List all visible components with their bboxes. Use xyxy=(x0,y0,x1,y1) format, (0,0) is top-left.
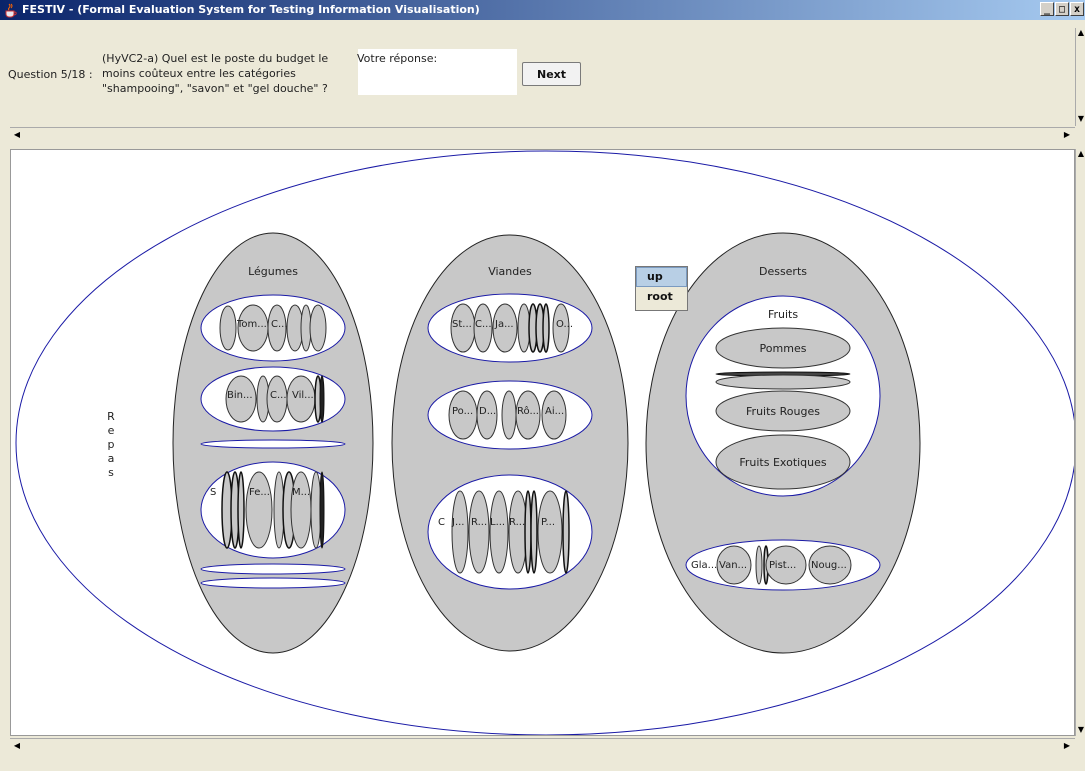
answer-label: Votre réponse: xyxy=(357,52,438,65)
minimize-button[interactable]: _ xyxy=(1040,2,1054,16)
leaf-label: St... xyxy=(452,319,472,330)
category-viandes[interactable]: Viandes St... C... Ja... O... Po... D...… xyxy=(391,234,629,652)
leaf-label: S xyxy=(210,487,216,498)
leaf-label: Fruits Exotiques xyxy=(739,456,827,469)
leaf-label: C... xyxy=(475,319,492,330)
category-desserts-label: Desserts xyxy=(759,265,807,278)
leaf-label: R... xyxy=(471,517,487,528)
root-label-letter: a xyxy=(108,452,115,465)
leaf-label: Fruits Rouges xyxy=(746,405,820,418)
scroll-down-arrow-icon[interactable]: ▼ xyxy=(1076,725,1085,735)
category-viandes-label: Viandes xyxy=(488,265,532,278)
scroll-left-arrow-icon[interactable]: ◀ xyxy=(12,130,22,140)
leaf-label: M... xyxy=(292,487,310,498)
leaf-label: Rô... xyxy=(517,405,539,417)
treemap-canvas: R e p a s Légumes Tom... C... Bin... C..… xyxy=(15,150,1074,735)
main-horizontal-scrollbar[interactable]: ◀ ▶ xyxy=(10,738,1075,753)
leaf-label: J... xyxy=(451,517,465,528)
question-panel: Question 5/18 : (HyVC2-a) Quel est le po… xyxy=(7,20,1075,142)
fruits-label: Fruits xyxy=(768,308,798,321)
scroll-left-arrow-icon[interactable]: ◀ xyxy=(12,741,22,751)
leaf-label: Tom... xyxy=(236,319,267,330)
top-horizontal-scrollbar[interactable]: ◀ ▶ xyxy=(10,127,1075,142)
leaf-label: Pist... xyxy=(769,560,796,571)
leaf-label: D... xyxy=(479,406,496,417)
scroll-right-arrow-icon[interactable]: ▶ xyxy=(1062,130,1072,140)
scroll-up-arrow-icon[interactable]: ▲ xyxy=(1076,149,1085,159)
leaf-label: C... xyxy=(270,390,287,401)
menu-item-up[interactable]: up xyxy=(636,267,687,287)
leaf-label: Bin... xyxy=(227,390,253,401)
context-menu: up root xyxy=(635,266,688,311)
leaf-label: C... xyxy=(271,319,288,330)
leaf-label: R... xyxy=(509,517,525,528)
root-label-letter: R xyxy=(107,410,115,423)
leaf-label: Pommes xyxy=(760,342,807,355)
leaf-label: L... xyxy=(490,517,505,528)
scroll-right-arrow-icon[interactable]: ▶ xyxy=(1062,741,1072,751)
next-button[interactable]: Next xyxy=(522,62,581,86)
leaf-label: C xyxy=(438,517,445,528)
root-label-letter: p xyxy=(108,438,115,451)
question-text: (HyVC2-a) Quel est le poste du budget le… xyxy=(102,52,329,95)
maximize-button[interactable]: □ xyxy=(1055,2,1069,16)
main-vertical-scrollbar[interactable]: ▲ ▼ xyxy=(1075,149,1085,736)
leaf-label: Van... xyxy=(719,560,747,571)
leaf-label: O... xyxy=(556,319,573,330)
leaf-label: Ja... xyxy=(494,319,514,330)
title-bar[interactable]: FESTIV - (Formal Evaluation System for T… xyxy=(0,0,1085,20)
root-label-letter: s xyxy=(108,466,114,479)
leaf-label: Fe... xyxy=(249,487,270,498)
question-number: Question 5/18 : xyxy=(8,68,93,81)
category-legumes[interactable]: Légumes Tom... C... Bin... C... Vil... S… xyxy=(172,232,374,654)
leaf-label: Noug... xyxy=(811,560,847,571)
scroll-up-arrow-icon[interactable]: ▲ xyxy=(1076,28,1085,38)
visualization-panel: R e p a s Légumes Tom... C... Bin... C..… xyxy=(10,149,1075,736)
leaf-label: P... xyxy=(541,517,555,528)
leaf-label: Gla... xyxy=(691,560,717,571)
menu-item-root[interactable]: root xyxy=(636,287,687,307)
window-title: FESTIV - (Formal Evaluation System for T… xyxy=(22,3,480,16)
java-cup-icon xyxy=(5,3,17,18)
top-vertical-scrollbar[interactable]: ▲ ▼ xyxy=(1075,28,1085,126)
leaf-label: Ai... xyxy=(545,406,564,417)
root-label-letter: e xyxy=(108,424,115,437)
leaf-label: Vil... xyxy=(292,390,314,401)
scroll-down-arrow-icon[interactable]: ▼ xyxy=(1076,114,1085,124)
close-button[interactable]: x xyxy=(1070,2,1084,16)
leaf-label: Po... xyxy=(452,406,473,417)
category-legumes-label: Légumes xyxy=(248,265,298,278)
